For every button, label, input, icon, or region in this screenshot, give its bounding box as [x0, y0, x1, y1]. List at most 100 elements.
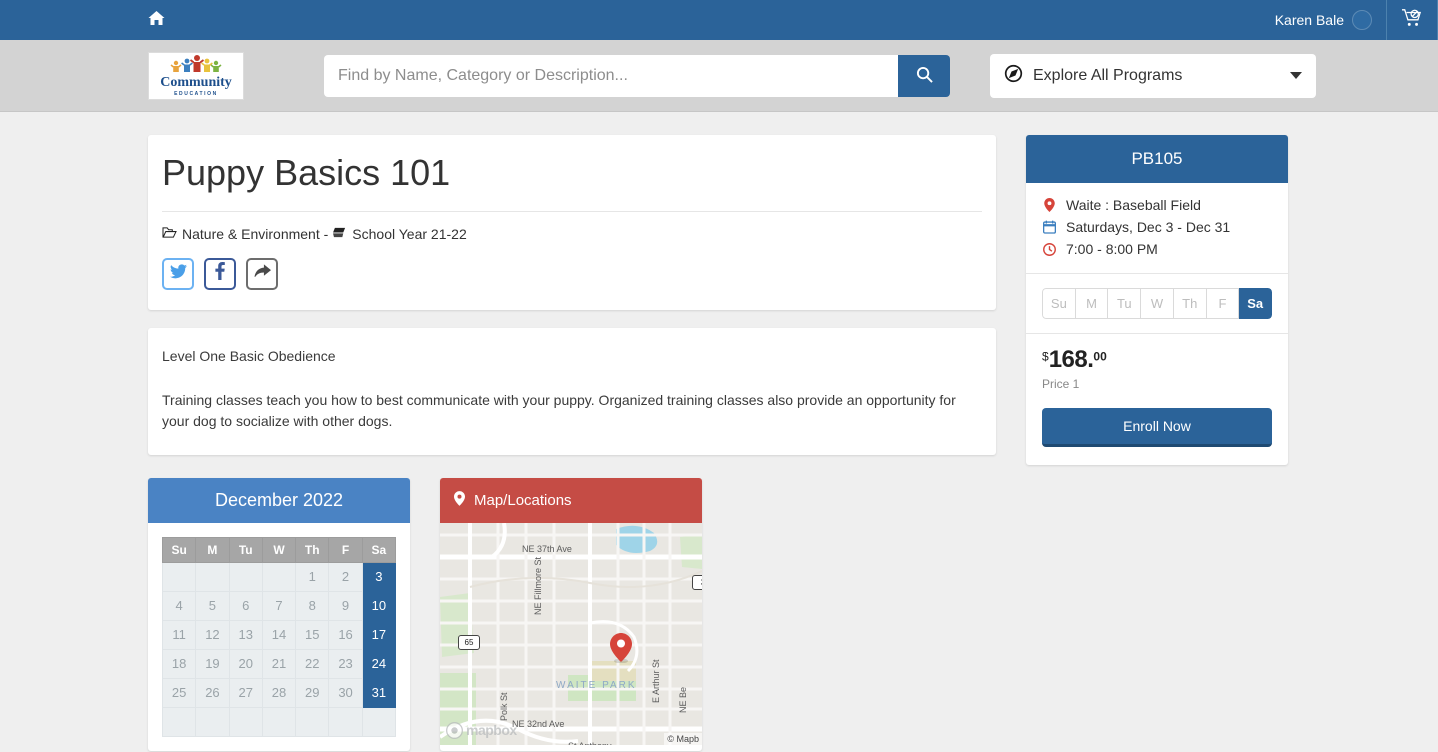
calendar-day-selected[interactable]: 24: [362, 649, 395, 678]
highway-shield-icon: 65: [458, 635, 480, 650]
calendar-weekday: Th: [296, 537, 329, 562]
avatar: [1352, 10, 1372, 30]
calendar-title: December 2022: [148, 478, 410, 523]
calendar-day[interactable]: 21: [262, 649, 295, 678]
map-widget: Map/Locations: [440, 478, 702, 751]
calendar-day[interactable]: 14: [262, 620, 295, 649]
calendar-day: [329, 707, 362, 736]
price-cents: 00: [1093, 350, 1106, 364]
day-button-th[interactable]: Th: [1174, 288, 1207, 319]
calendar-day[interactable]: 22: [296, 649, 329, 678]
calendar-day[interactable]: 1: [296, 562, 329, 591]
calendar-week-row: 45678910: [163, 591, 396, 620]
calendar-day[interactable]: 5: [196, 591, 229, 620]
calendar-day[interactable]: 15: [296, 620, 329, 649]
map-street-label: E Arthur St: [651, 659, 661, 703]
calendar-day[interactable]: 9: [329, 591, 362, 620]
day-button-sa[interactable]: Sa: [1239, 288, 1272, 319]
share-twitter-button[interactable]: [162, 258, 194, 290]
search-button[interactable]: [898, 55, 950, 97]
section-details: Waite : Baseball Field Saturdays, Dec 3 …: [1026, 183, 1288, 274]
map-street-label: NE 32nd Ave: [512, 719, 564, 729]
map-pin-marker[interactable]: [610, 633, 632, 663]
calendar-day[interactable]: 30: [329, 678, 362, 707]
price-label: Price 1: [1042, 377, 1272, 391]
map-street-label: Polk St: [499, 692, 509, 721]
calendar-day[interactable]: 18: [163, 649, 196, 678]
calendar-day[interactable]: 28: [262, 678, 295, 707]
calendar-day[interactable]: 20: [229, 649, 262, 678]
map-street-label: St Anthony: [568, 741, 612, 745]
home-link[interactable]: [148, 10, 165, 31]
map-attribution: © Mapb: [664, 733, 702, 745]
calendar-day[interactable]: 7: [262, 591, 295, 620]
program-explorer-dropdown[interactable]: Explore All Programs: [990, 54, 1316, 98]
map-park-label: WAITE PARK: [556, 680, 637, 691]
map-street-label: NE Fillmore St: [533, 557, 543, 615]
calendar-day[interactable]: 27: [229, 678, 262, 707]
calendar-day-selected[interactable]: 17: [362, 620, 395, 649]
map-street-label: NE 37th Ave: [522, 544, 572, 554]
enroll-now-button[interactable]: Enroll Now: [1042, 408, 1272, 447]
highway-shield-icon: 3: [692, 575, 702, 590]
calendar-day[interactable]: 19: [196, 649, 229, 678]
calendar-day[interactable]: 29: [296, 678, 329, 707]
calendar-weekday: M: [196, 537, 229, 562]
calendar-day[interactable]: 25: [163, 678, 196, 707]
calendar-day[interactable]: 12: [196, 620, 229, 649]
calendar-day[interactable]: 11: [163, 620, 196, 649]
calendar-day[interactable]: 23: [329, 649, 362, 678]
calendar-week-row: 25262728293031: [163, 678, 396, 707]
course-subtitle: Level One Basic Obedience: [162, 348, 982, 364]
section-time-row: 7:00 - 8:00 PM: [1042, 241, 1272, 257]
calendar-day[interactable]: 2: [329, 562, 362, 591]
calendar-weekday: Sa: [362, 537, 395, 562]
section-time: 7:00 - 8:00 PM: [1066, 241, 1158, 257]
price-amount: 168.: [1049, 346, 1094, 373]
course-title-card: Puppy Basics 101 Nature & Environment - …: [148, 135, 996, 310]
course-meta: Nature & Environment - School Year 21-22: [162, 226, 982, 242]
logo-subtitle: EDUCATION: [174, 91, 218, 97]
calendar-icon: [1042, 220, 1056, 234]
map-header: Map/Locations: [440, 478, 702, 523]
day-button-w[interactable]: W: [1141, 288, 1174, 319]
calendar-day[interactable]: 13: [229, 620, 262, 649]
mapbox-wordmark: mapbox: [466, 722, 517, 738]
cart-empty-icon: [1401, 8, 1423, 33]
share-more-button[interactable]: [246, 258, 278, 290]
calendar-week-row: 11121314151617: [163, 620, 396, 649]
day-button-su[interactable]: Su: [1042, 288, 1076, 319]
share-facebook-button[interactable]: [204, 258, 236, 290]
calendar-day[interactable]: 6: [229, 591, 262, 620]
calendar-day: [262, 707, 295, 736]
course-description-card: Level One Basic Obedience Training class…: [148, 328, 996, 455]
calendar-day[interactable]: 26: [196, 678, 229, 707]
price: $168.00: [1042, 348, 1272, 372]
calendar-day[interactable]: 4: [163, 591, 196, 620]
mapbox-logo[interactable]: mapbox: [446, 722, 517, 739]
day-button-m[interactable]: M: [1076, 288, 1109, 319]
folder-open-icon: [162, 226, 177, 242]
calendar-day-selected[interactable]: 10: [362, 591, 395, 620]
calendar-day: [262, 562, 295, 591]
cart-button[interactable]: [1386, 0, 1438, 40]
site-logo[interactable]: Community EDUCATION: [148, 52, 244, 100]
day-button-tu[interactable]: Tu: [1108, 288, 1141, 319]
calendar-day-selected[interactable]: 3: [362, 562, 395, 591]
day-button-f[interactable]: F: [1207, 288, 1240, 319]
price-currency: $: [1042, 350, 1049, 364]
calendar-day[interactable]: 16: [329, 620, 362, 649]
user-menu[interactable]: Karen Bale: [1275, 0, 1386, 40]
section-pricing: $168.00 Price 1 Enroll Now: [1026, 334, 1288, 465]
clock-icon: [1042, 243, 1056, 256]
map-canvas[interactable]: NE 37th Ave NE Fillmore St WAITE PARK NE…: [440, 523, 702, 745]
logo-wordmark: Community: [160, 76, 232, 90]
compass-icon: [1004, 64, 1023, 88]
calendar-day[interactable]: 8: [296, 591, 329, 620]
calendar-day-selected[interactable]: 31: [362, 678, 395, 707]
calendar-weekday: Su: [163, 537, 196, 562]
section-dates-row: Saturdays, Dec 3 - Dec 31: [1042, 219, 1272, 235]
section-days: SuMTuWThFSa: [1026, 274, 1288, 334]
search-input[interactable]: [324, 55, 898, 97]
site-header: Community EDUCATION Explore All Programs: [0, 40, 1438, 112]
